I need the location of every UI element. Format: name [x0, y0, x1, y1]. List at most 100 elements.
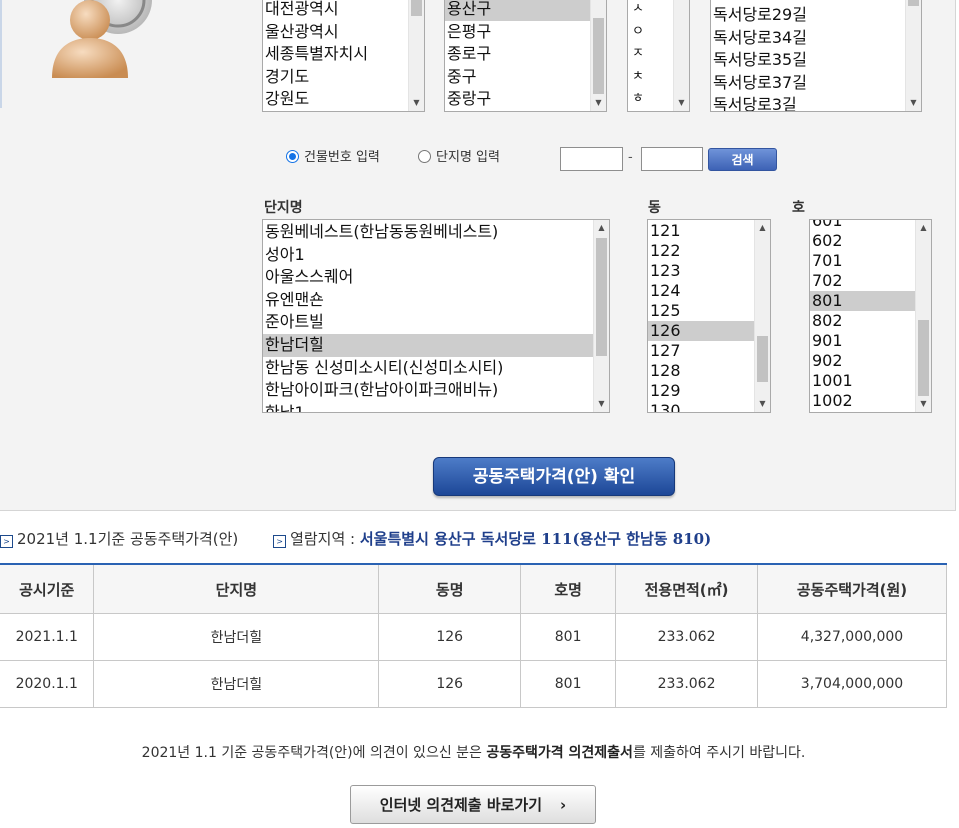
list-item[interactable]: 독서당로35길 — [711, 49, 921, 72]
list-item[interactable]: 경기도 — [263, 66, 424, 89]
notice-emphasis: 공동주택가격 의견제출서 — [486, 745, 633, 761]
list-item[interactable]: 독서당로29길 — [711, 4, 921, 27]
scroll-thumb[interactable] — [593, 18, 604, 94]
scroll-down-arrow-icon[interactable]: ▼ — [409, 95, 424, 111]
ho-scrollbar[interactable]: ▲ ▼ — [915, 220, 931, 412]
objection-notice: 2021년 1.1 기준 공동주택가격(안)에 의견이 있으신 분은 공동주택가… — [0, 742, 947, 762]
list-item[interactable]: 129 — [648, 381, 770, 401]
list-item[interactable]: 한남아이파크(한남아이파크애비뉴) — [263, 379, 609, 402]
list-item[interactable]: 601 — [810, 220, 931, 231]
list-item[interactable]: 은평구 — [445, 21, 606, 44]
online-objection-button[interactable]: 인터넷 의견제출 바로가기 › — [350, 785, 596, 824]
scroll-down-arrow-icon[interactable]: ▼ — [674, 95, 689, 111]
scroll-down-arrow-icon[interactable]: ▼ — [755, 396, 770, 412]
road-select[interactable]: 독서당로29길 독서당로34길 독서당로35길 독서당로37길 독서당로3길 ▼ — [710, 0, 922, 112]
list-item[interactable]: 유엔맨숀 — [263, 289, 609, 312]
list-item[interactable]: 동원베네스트(한남동동원베네스트) — [263, 221, 609, 244]
complex-scrollbar[interactable]: ▲ ▼ — [593, 220, 609, 412]
list-item[interactable]: 1002 — [810, 391, 931, 411]
header-cell: 공동주택가격(원) — [757, 563, 947, 614]
list-item[interactable]: 122 — [648, 241, 770, 261]
list-item[interactable]: 126 — [648, 321, 770, 341]
list-item[interactable]: 한남동 신성미소시티(신성미소시티) — [263, 357, 609, 380]
initial-select[interactable]: ㅅㅇㅈㅊㅎ ▼ — [627, 0, 690, 112]
list-item[interactable]: 801 — [810, 291, 931, 311]
list-item[interactable]: 127 — [648, 341, 770, 361]
list-item[interactable]: 독서당로34길 — [711, 27, 921, 50]
list-item[interactable]: 대전광역시 — [263, 0, 424, 21]
scroll-down-arrow-icon[interactable]: ▼ — [906, 95, 921, 111]
list-item[interactable]: 종로구 — [445, 43, 606, 66]
list-item[interactable]: 121 — [648, 221, 770, 241]
list-item[interactable]: 123 — [648, 261, 770, 281]
ho-label: 호 — [792, 200, 805, 216]
ho-select[interactable]: 601 602 701 702 801 802 901 902 1001 1002 ▲ ▼ — [809, 219, 932, 413]
header-cell: 공시기준 — [0, 563, 94, 614]
radio-building-no[interactable]: 건물번호 입력 — [286, 150, 380, 165]
scroll-thumb[interactable] — [757, 336, 768, 382]
dong-select[interactable]: 121 122 123 124 125 126 127 128 129 130 ▲ ▼ — [647, 219, 771, 413]
scroll-down-arrow-icon[interactable]: ▼ — [594, 396, 609, 412]
list-item[interactable]: 성아1 — [263, 244, 609, 267]
list-item[interactable]: 701 — [810, 251, 931, 271]
confirm-price-button[interactable]: 공동주택가격(안) 확인 — [433, 457, 675, 496]
list-item[interactable]: 902 — [810, 351, 931, 371]
radio-circle-icon[interactable] — [286, 150, 299, 163]
scroll-thumb[interactable] — [918, 320, 929, 396]
sigungu-scrollbar[interactable]: ▼ — [590, 0, 606, 111]
building-no-input-2[interactable] — [641, 147, 703, 171]
panel-edge — [0, 0, 2, 108]
sido-select[interactable]: 대전광역시 울산광역시 세종특별자치시 경기도 강원도 ▼ — [262, 0, 425, 112]
table-cell: 126 — [378, 660, 521, 708]
list-item[interactable]: 중랑구 — [445, 88, 606, 111]
dong-label: 동 — [648, 200, 661, 216]
list-item[interactable]: 1001 — [810, 371, 931, 391]
sigungu-select[interactable]: 용산구 은평구 종로구 중구 중랑구 ▼ — [444, 0, 607, 112]
region-address: 서울특별시 용산구 독서당로 111(용산구 한남동 810) — [359, 530, 712, 548]
list-item[interactable]: 독서당로3길 — [711, 94, 921, 111]
list-item[interactable]: 128 — [648, 361, 770, 381]
list-item[interactable]: 세종특별자치시 — [263, 43, 424, 66]
list-item[interactable]: 702 — [810, 271, 931, 291]
list-item[interactable]: 802 — [810, 311, 931, 331]
scroll-down-arrow-icon[interactable]: ▼ — [916, 396, 931, 412]
scroll-down-arrow-icon[interactable]: ▼ — [591, 95, 606, 111]
building-no-input-1[interactable] — [560, 147, 623, 171]
header-cell: 전용면적(㎡) — [615, 563, 758, 614]
sigungu-list: 용산구 은평구 종로구 중구 중랑구 — [445, 0, 606, 111]
list-item[interactable]: 준아트빌 — [263, 311, 609, 334]
scroll-up-arrow-icon[interactable]: ▲ — [594, 220, 609, 236]
radio-complex-name-label[interactable]: 단지명 입력 — [436, 150, 500, 165]
list-item[interactable]: 한남1 — [263, 402, 609, 412]
scroll-up-arrow-icon[interactable]: ▲ — [916, 220, 931, 236]
list-item[interactable]: 울산광역시 — [263, 21, 424, 44]
search-button[interactable]: 검색 — [708, 148, 777, 171]
road-scrollbar[interactable]: ▼ — [905, 0, 921, 111]
list-item[interactable]: 중구 — [445, 66, 606, 89]
table-cell: 4,327,000,000 — [757, 613, 947, 661]
list-item[interactable]: 901 — [810, 331, 931, 351]
list-item[interactable]: 강원도 — [263, 88, 424, 111]
list-item[interactable]: 124 — [648, 281, 770, 301]
radio-circle-icon[interactable] — [418, 150, 432, 163]
table-row: 2020.1.1 한남더힐 126 801 233.062 3,704,000,… — [0, 660, 947, 708]
complex-select[interactable]: 동원베네스트(한남동동원베네스트) 성아1 아울스스퀘어 유엔맨숀 준아트빌 한남더힐 한남… — [262, 219, 610, 413]
list-item[interactable]: 602 — [810, 231, 931, 251]
list-item[interactable]: 독서당로37길 — [711, 72, 921, 95]
radio-complex-name[interactable]: 단지명 입력 — [418, 150, 500, 165]
dong-scrollbar[interactable]: ▲ ▼ — [754, 220, 770, 412]
sido-scrollbar[interactable]: ▼ — [408, 0, 424, 111]
scroll-up-arrow-icon[interactable]: ▲ — [755, 220, 770, 236]
list-item[interactable]: 아울스스퀘어 — [263, 266, 609, 289]
initial-scrollbar[interactable]: ▼ — [673, 0, 689, 111]
table-cell: 한남더힐 — [93, 613, 379, 661]
list-item[interactable]: 125 — [648, 301, 770, 321]
list-item[interactable]: 130 — [648, 401, 770, 412]
scroll-thumb[interactable] — [908, 0, 919, 6]
scroll-thumb[interactable] — [411, 0, 422, 16]
scroll-thumb[interactable] — [596, 238, 607, 356]
list-item[interactable]: 한남더힐 — [263, 333, 609, 357]
list-item[interactable]: 용산구 — [445, 0, 606, 21]
header-cell: 동명 — [378, 563, 521, 614]
radio-building-no-label[interactable]: 건물번호 입력 — [304, 150, 380, 165]
